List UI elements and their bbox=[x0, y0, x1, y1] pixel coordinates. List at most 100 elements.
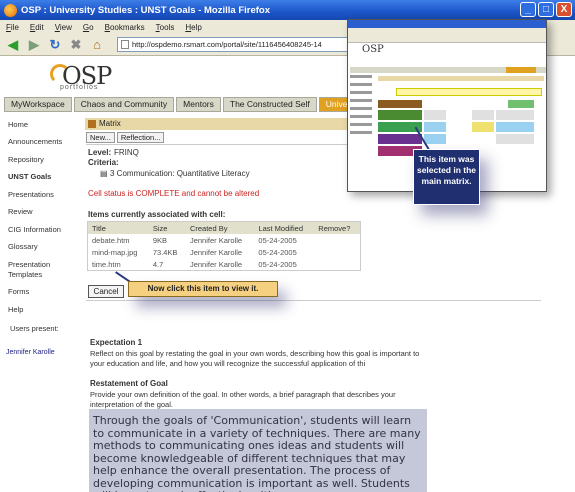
inset-matrix-cell bbox=[424, 134, 446, 144]
menu-edit[interactable]: Edit bbox=[30, 23, 44, 32]
inset-tabs bbox=[350, 67, 546, 73]
tool-announcements[interactable]: Announcements bbox=[8, 137, 62, 147]
cancel-button[interactable]: Cancel bbox=[88, 285, 124, 298]
minimize-button[interactable]: _ bbox=[520, 2, 536, 17]
inset-matrix-cell bbox=[496, 110, 534, 120]
site-tabs: MyWorkspace Chaos and Community Mentors … bbox=[4, 97, 371, 112]
item-created-by: Jennifer Karolle bbox=[189, 235, 243, 245]
tool-forms[interactable]: Forms bbox=[8, 287, 29, 297]
tool-presentations[interactable]: Presentations bbox=[8, 190, 54, 200]
item-remove bbox=[314, 234, 360, 246]
tab-constructed-self[interactable]: The Constructed Self bbox=[222, 97, 317, 112]
logo-subtext: portfolios bbox=[60, 84, 99, 91]
home-icon[interactable]: ⌂ bbox=[88, 37, 106, 53]
back-arrow-icon[interactable]: ◀ bbox=[4, 37, 22, 53]
level-value: FRINQ bbox=[114, 148, 139, 157]
reflection-button[interactable]: Reflection... bbox=[116, 132, 165, 143]
reload-icon[interactable]: ↻ bbox=[46, 37, 64, 53]
level-label: Level: bbox=[88, 148, 112, 157]
tool-cig-information[interactable]: CIG Information bbox=[8, 225, 61, 235]
menu-bookmarks[interactable]: Bookmarks bbox=[105, 23, 145, 32]
tool-unst-goals[interactable]: UNST Goals bbox=[8, 172, 51, 182]
inset-matrix-cell bbox=[508, 100, 534, 108]
address-bar[interactable]: http://ospdemo.rsmart.com/portal/site/11… bbox=[117, 37, 362, 52]
col-title: Title bbox=[88, 222, 149, 234]
stop-icon[interactable]: ✖ bbox=[67, 37, 85, 53]
item-remove bbox=[314, 246, 360, 258]
address-url: http://ospdemo.rsmart.com/portal/site/11… bbox=[132, 40, 322, 49]
inset-info-bar bbox=[396, 88, 542, 96]
col-created-by: Created By bbox=[185, 222, 255, 234]
maximize-button[interactable]: □ bbox=[538, 2, 554, 17]
inset-titlebar bbox=[348, 20, 546, 28]
item-size: 4.7 bbox=[152, 259, 164, 269]
item-size: 9KB bbox=[152, 235, 168, 245]
tool-menu: Home Announcements Repository UNST Goals… bbox=[0, 115, 82, 492]
callout-click-item: Now click this item to view it. bbox=[128, 281, 278, 297]
tool-help[interactable]: Help bbox=[8, 305, 23, 315]
col-remove: Remove? bbox=[314, 222, 360, 234]
tool-presentation-templates[interactable]: Presentation Templates bbox=[8, 260, 53, 280]
inset-matrix-cell bbox=[496, 122, 534, 132]
item-remove bbox=[314, 258, 360, 270]
item-title-link[interactable]: debate.htm bbox=[88, 234, 149, 246]
window-title: OSP : University Studies : UNST Goals - … bbox=[21, 4, 270, 16]
inset-matrix-cell bbox=[472, 122, 494, 132]
matrix-icon bbox=[88, 120, 96, 128]
new-button[interactable]: New... bbox=[86, 132, 115, 143]
expectation-heading: Expectation 1 bbox=[90, 338, 143, 347]
menu-view[interactable]: View bbox=[55, 23, 72, 32]
window-titlebar: OSP : University Studies : UNST Goals - … bbox=[0, 0, 575, 20]
menu-tools[interactable]: Tools bbox=[156, 23, 175, 32]
tab-chaos-and-community[interactable]: Chaos and Community bbox=[73, 97, 175, 112]
osp-logo: OSP portfolios bbox=[42, 62, 112, 91]
forward-arrow-icon[interactable]: ▶ bbox=[25, 37, 43, 53]
present-user: Jennifer Karolle bbox=[6, 349, 55, 356]
tool-repository[interactable]: Repository bbox=[8, 155, 44, 165]
divider bbox=[86, 300, 541, 301]
inset-matrix-cell bbox=[496, 134, 534, 144]
item-modified: 05-24-2005 bbox=[258, 259, 297, 269]
tab-myworkspace[interactable]: MyWorkspace bbox=[4, 97, 72, 112]
table-header-row: Title Size Created By Last Modified Remo… bbox=[88, 222, 360, 234]
expectation-text: Reflect on this goal by restating the go… bbox=[90, 349, 420, 368]
menu-file[interactable]: File bbox=[6, 23, 19, 32]
tab-mentors[interactable]: Mentors bbox=[176, 97, 221, 112]
criteria-icon: ▤ bbox=[100, 169, 108, 178]
tool-review[interactable]: Review bbox=[8, 207, 33, 217]
inset-matrix-cell bbox=[378, 110, 422, 120]
items-heading: Items currently associated with cell: bbox=[88, 210, 226, 219]
inset-matrix-cell bbox=[424, 122, 446, 132]
tool-home[interactable]: Home bbox=[8, 120, 28, 130]
col-last-modified: Last Modified bbox=[254, 222, 315, 234]
menu-help[interactable]: Help bbox=[185, 23, 201, 32]
firefox-icon bbox=[4, 3, 17, 17]
logo-swoosh-icon bbox=[50, 64, 70, 84]
inset-matrix-cell bbox=[378, 100, 422, 108]
table-row: mind-map.jpg 73.4KB Jennifer Karolle 05-… bbox=[88, 246, 360, 258]
item-modified: 05-24-2005 bbox=[258, 247, 297, 257]
item-title-link[interactable]: time.htm bbox=[88, 258, 149, 270]
item-title-link[interactable]: mind-map.jpg bbox=[88, 246, 149, 258]
table-row: debate.htm 9KB Jennifer Karolle 05-24-20… bbox=[88, 234, 360, 246]
item-created-by: Jennifer Karolle bbox=[189, 247, 243, 257]
table-row: time.htm 4.7 Jennifer Karolle 05-24-2005 bbox=[88, 258, 360, 270]
page-icon bbox=[121, 40, 129, 49]
criteria-label: Criteria: bbox=[88, 158, 119, 167]
inset-matrix-cell bbox=[378, 134, 422, 144]
restatement-heading: Restatement of Goal bbox=[90, 379, 168, 388]
inset-portlet-head bbox=[378, 76, 544, 81]
inset-nav bbox=[350, 75, 378, 139]
inset-navbar bbox=[348, 33, 546, 43]
inset-matrix-cell bbox=[424, 110, 446, 120]
item-modified: 05-24-2005 bbox=[258, 235, 297, 245]
item-size: 73.4KB bbox=[152, 247, 178, 257]
menu-go[interactable]: Go bbox=[83, 23, 94, 32]
inset-active-tab bbox=[506, 67, 536, 73]
inset-logo: OSP bbox=[362, 44, 384, 55]
portlet-toolbar: New... Reflection... bbox=[86, 132, 165, 143]
close-button[interactable]: X bbox=[556, 2, 572, 17]
criteria-value: 3 Communication: Quantitative Literacy bbox=[110, 169, 250, 178]
tool-glossary[interactable]: Glossary bbox=[8, 242, 38, 252]
portlet-title: Matrix bbox=[99, 119, 121, 128]
